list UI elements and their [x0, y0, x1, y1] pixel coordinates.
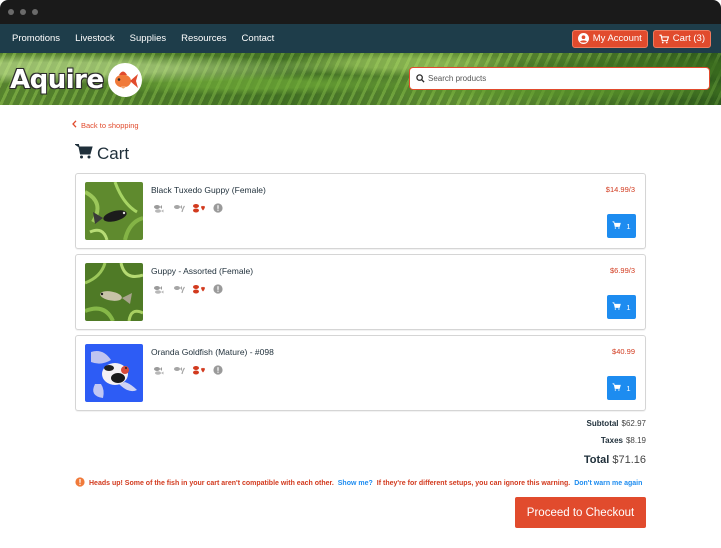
compatibility-icons: [152, 281, 223, 299]
fish-school-icon: [152, 362, 166, 380]
subtotal-row: Subtotal $62.97: [587, 419, 646, 428]
total-value: $71.16: [612, 454, 646, 466]
nav-link-promotions[interactable]: Promotions: [12, 33, 60, 44]
warning-text-2: If they're for different setups, you can…: [376, 479, 571, 487]
nav-link-contact[interactable]: Contact: [242, 33, 275, 44]
total-label: Total: [583, 454, 610, 466]
my-account-button[interactable]: My Account: [571, 29, 648, 48]
logo-text: Aquire: [10, 65, 104, 95]
user-icon: [577, 33, 589, 44]
nav-links: Promotions Livestock Supplies Resources …: [12, 33, 274, 44]
subtotal-label: Subtotal: [586, 419, 619, 428]
compatibility-icons: [152, 200, 223, 218]
search-icon: [416, 70, 425, 88]
nav-actions: My Account Cart (3): [571, 29, 711, 48]
warning-text: Heads up! Some of the fish in your cart …: [89, 479, 334, 487]
subtotal-value: $62.97: [621, 419, 646, 428]
compatibility-icons: [152, 362, 223, 380]
window-titlebar: [0, 0, 721, 24]
cart-label: Cart (3): [672, 33, 705, 44]
fish-school-icon: [152, 200, 166, 218]
nav-link-livestock[interactable]: Livestock: [75, 33, 115, 44]
cart-icon: [73, 143, 93, 164]
goldfish-logo-icon: [107, 63, 142, 97]
compatibility-warning: Heads up! Some of the fish in your cart …: [75, 477, 642, 489]
window-dot-minimize[interactable]: [20, 9, 26, 15]
cart-button[interactable]: Cart (3): [652, 29, 711, 48]
fish-school-icon: [152, 281, 166, 299]
fish-heart-icon: [192, 200, 206, 218]
cart-item: Guppy - Assorted (Female) $6.99/3 1: [75, 254, 646, 330]
item-price: $6.99/3: [609, 266, 635, 275]
quantity-button[interactable]: 1: [607, 214, 636, 238]
item-price: $40.99: [612, 347, 635, 356]
back-label: Back to shopping: [81, 120, 139, 130]
search-input[interactable]: [428, 74, 698, 83]
plant-icon: [173, 200, 185, 218]
quantity-value: 1: [626, 302, 631, 312]
my-account-label: My Account: [592, 33, 642, 44]
header-banner: Aquire: [0, 53, 721, 105]
cart-icon: [612, 221, 622, 231]
plant-icon: [173, 362, 185, 380]
taxes-value: $8.19: [625, 436, 646, 445]
item-name[interactable]: Black Tuxedo Guppy (Female): [151, 185, 266, 195]
page-title-text: Cart: [97, 143, 130, 163]
cart-icon: [612, 383, 622, 393]
warning-icon: [75, 477, 85, 489]
dont-warn-link[interactable]: Don't warn me again: [574, 480, 642, 487]
cart-icon: [612, 302, 622, 312]
window-dot-close[interactable]: [8, 9, 14, 15]
page-title: Cart: [73, 143, 130, 164]
guppy-photo[interactable]: [85, 182, 143, 240]
site-logo[interactable]: Aquire: [10, 63, 142, 97]
search-bar[interactable]: [409, 67, 710, 90]
quantity-button[interactable]: 1: [607, 295, 636, 319]
quantity-value: 1: [626, 383, 631, 393]
browser-window: Promotions Livestock Supplies Resources …: [0, 0, 721, 548]
goldfish-photo[interactable]: [85, 344, 143, 402]
total-row: Total $71.16: [584, 454, 646, 466]
nav-link-resources[interactable]: Resources: [181, 33, 226, 44]
top-navbar: Promotions Livestock Supplies Resources …: [0, 24, 721, 53]
taxes-label: Taxes: [600, 436, 623, 445]
cart-item: Black Tuxedo Guppy (Female) $14.99/3 1: [75, 173, 646, 249]
proceed-to-checkout-button[interactable]: Proceed to Checkout: [515, 497, 646, 528]
item-name[interactable]: Guppy - Assorted (Female): [151, 266, 253, 276]
info-icon[interactable]: [213, 281, 223, 299]
quantity-button[interactable]: 1: [607, 376, 636, 400]
fish-heart-icon: [192, 281, 206, 299]
nav-link-supplies[interactable]: Supplies: [130, 33, 166, 44]
back-to-shopping-link[interactable]: Back to shopping: [72, 120, 139, 130]
chevron-left-icon: [72, 120, 77, 130]
plant-icon: [173, 281, 185, 299]
guppy-photo[interactable]: [85, 263, 143, 321]
show-me-link[interactable]: Show me?: [338, 480, 373, 487]
cart-icon: [659, 34, 669, 44]
window-dot-maximize[interactable]: [32, 9, 38, 15]
item-name[interactable]: Oranda Goldfish (Mature) - #098: [151, 347, 274, 357]
info-icon[interactable]: [213, 362, 223, 380]
fish-heart-icon: [192, 362, 206, 380]
info-icon[interactable]: [213, 200, 223, 218]
item-price: $14.99/3: [605, 185, 635, 194]
cart-item: Oranda Goldfish (Mature) - #098 $40.99 1: [75, 335, 646, 411]
quantity-value: 1: [626, 221, 631, 231]
taxes-row: Taxes $8.19: [601, 436, 646, 445]
